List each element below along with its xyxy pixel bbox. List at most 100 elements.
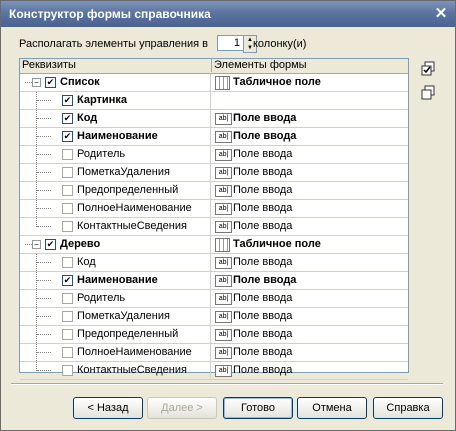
input-field-icon: ab| — [215, 329, 232, 341]
attribute-cell[interactable]: − Дерево — [20, 236, 211, 253]
attribute-cell[interactable]: Код — [20, 110, 211, 127]
include-checkbox[interactable] — [62, 149, 73, 160]
table-row[interactable]: КонтактныеСведения ab| Поле ввода — [20, 218, 408, 236]
tree-line — [37, 280, 51, 281]
table-row[interactable]: Наименование ab|Поле ввода — [20, 128, 408, 146]
table-row[interactable]: Родитель ab| Поле ввода — [20, 290, 408, 308]
form-element-cell[interactable]: ab| Поле ввода — [211, 272, 408, 289]
table-row[interactable]: ПометкаУдаления ab| Поле ввода — [20, 164, 408, 182]
form-element-cell[interactable]: ab| Поле ввода — [211, 308, 408, 325]
form-element-cell[interactable]: ab| Поле ввода — [211, 344, 408, 361]
include-checkbox[interactable] — [62, 113, 73, 124]
include-checkbox[interactable] — [62, 203, 73, 214]
next-button[interactable]: Далее > — [147, 397, 217, 419]
table-row[interactable]: ПолноеНаименование ab| Поле ввода — [20, 200, 408, 218]
input-field-icon: ab| — [215, 203, 232, 215]
include-checkbox[interactable] — [62, 167, 73, 178]
table-row[interactable]: Предопределенный ab| Поле ввода — [20, 182, 408, 200]
table-row[interactable]: Код ab|Поле ввода — [20, 110, 408, 128]
form-element-type: Поле ввода — [233, 346, 293, 358]
attribute-name: ПолноеНаименование — [77, 346, 192, 358]
attribute-cell[interactable]: Наименование — [20, 272, 211, 289]
input-field-icon: ab| — [215, 275, 232, 287]
include-checkbox[interactable] — [62, 311, 73, 322]
uncheck-all-icon[interactable] — [420, 85, 436, 101]
collapse-icon[interactable]: − — [32, 78, 41, 87]
table-row[interactable]: ПолноеНаименование ab| Поле ввода — [20, 344, 408, 362]
attribute-cell[interactable]: Родитель — [20, 290, 211, 307]
attribute-cell[interactable]: Код — [20, 254, 211, 271]
include-checkbox[interactable] — [45, 77, 56, 88]
attribute-cell[interactable]: Наименование — [20, 128, 211, 145]
form-element-cell[interactable]: ab| Поле ввода — [211, 200, 408, 217]
attribute-name: Предопределенный — [77, 328, 179, 340]
table-row[interactable]: ПометкаУдаления ab| Поле ввода — [20, 308, 408, 326]
include-checkbox[interactable] — [62, 131, 73, 142]
table-row[interactable]: Код ab|Поле ввода — [20, 254, 408, 272]
group-row[interactable]: − Список Табличное поле — [20, 74, 408, 92]
group-row[interactable]: − Дерево Табличное поле — [20, 236, 408, 254]
include-checkbox[interactable] — [62, 185, 73, 196]
form-element-cell[interactable]: ab| Поле ввода — [211, 290, 408, 307]
help-button[interactable]: Справка — [373, 397, 443, 419]
include-checkbox[interactable] — [62, 257, 73, 268]
attribute-cell[interactable]: Предопределенный — [20, 182, 211, 199]
include-checkbox[interactable] — [62, 365, 73, 376]
header-attributes: Реквизиты — [22, 59, 76, 71]
form-element-cell[interactable]: ab| Поле ввода — [211, 254, 408, 271]
form-element-cell[interactable]: ab| Поле ввода — [211, 182, 408, 199]
attributes-grid[interactable]: Реквизиты Элементы формы − Список Таблично… — [19, 58, 409, 380]
include-checkbox[interactable] — [62, 95, 73, 106]
check-all-icon[interactable] — [420, 61, 436, 77]
done-button[interactable]: Готово — [223, 397, 293, 419]
form-element-cell[interactable]: ab| Поле ввода — [211, 218, 408, 235]
attribute-cell[interactable]: ПометкаУдаления — [20, 164, 211, 181]
table-row[interactable]: КонтактныеСведения ab| Поле ввода — [20, 362, 408, 380]
window-title: Конструктор формы справочника — [9, 7, 211, 21]
collapse-icon[interactable]: − — [32, 240, 41, 249]
form-element-cell[interactable]: ab| Поле ввода — [211, 326, 408, 343]
form-element-type: Поле ввода — [233, 202, 293, 214]
attribute-name: ПометкаУдаления — [77, 166, 170, 178]
attribute-cell[interactable]: Родитель — [20, 146, 211, 163]
cancel-button[interactable]: Отмена — [297, 397, 367, 419]
attribute-cell[interactable]: − Список — [20, 74, 211, 91]
include-checkbox[interactable] — [62, 221, 73, 232]
form-element-cell[interactable] — [211, 92, 408, 109]
columns-label-after: колонку(и) — [253, 38, 307, 50]
include-checkbox[interactable] — [62, 347, 73, 358]
attribute-cell[interactable]: ПометкаУдаления — [20, 308, 211, 325]
include-checkbox[interactable] — [62, 293, 73, 304]
form-element-cell[interactable]: ab| Поле ввода — [211, 164, 408, 181]
form-element-cell[interactable]: ab| Поле ввода — [211, 110, 408, 127]
attribute-name: Код — [77, 256, 96, 268]
table-row[interactable]: Наименование ab|Поле ввода — [20, 272, 408, 290]
attribute-cell[interactable]: КонтактныеСведения — [20, 218, 211, 235]
input-field-icon: ab| — [215, 149, 232, 161]
form-element-cell[interactable]: ab| Поле ввода — [211, 362, 408, 379]
include-checkbox[interactable] — [45, 239, 56, 250]
attribute-name: Список — [60, 76, 100, 88]
columns-value[interactable]: 1 — [217, 35, 245, 51]
include-checkbox[interactable] — [62, 329, 73, 340]
attribute-cell[interactable]: ПолноеНаименование — [20, 344, 211, 361]
table-row[interactable]: Родитель ab| Поле ввода — [20, 146, 408, 164]
form-element-cell[interactable]: Табличное поле — [211, 74, 408, 91]
form-element-type: Поле ввода — [233, 184, 293, 196]
attribute-name: ПолноеНаименование — [77, 202, 192, 214]
back-button[interactable]: < Назад — [73, 397, 143, 419]
tree-line — [37, 118, 51, 119]
attribute-cell[interactable]: Картинка — [20, 92, 211, 109]
table-row[interactable]: Предопределенный ab| Поле ввода — [20, 326, 408, 344]
close-button[interactable]: ✕ — [431, 5, 451, 23]
table-row[interactable]: Картинка — [20, 92, 408, 110]
include-checkbox[interactable] — [62, 275, 73, 286]
form-element-cell[interactable]: ab| Поле ввода — [211, 146, 408, 163]
attribute-cell[interactable]: ПолноеНаименование — [20, 200, 211, 217]
form-element-cell[interactable]: Табличное поле — [211, 236, 408, 253]
attribute-cell[interactable]: Предопределенный — [20, 326, 211, 343]
input-field-icon: ab| — [215, 311, 232, 323]
attribute-cell[interactable]: КонтактныеСведения — [20, 362, 211, 379]
form-element-type: Поле ввода — [233, 148, 293, 160]
form-element-cell[interactable]: ab| Поле ввода — [211, 128, 408, 145]
